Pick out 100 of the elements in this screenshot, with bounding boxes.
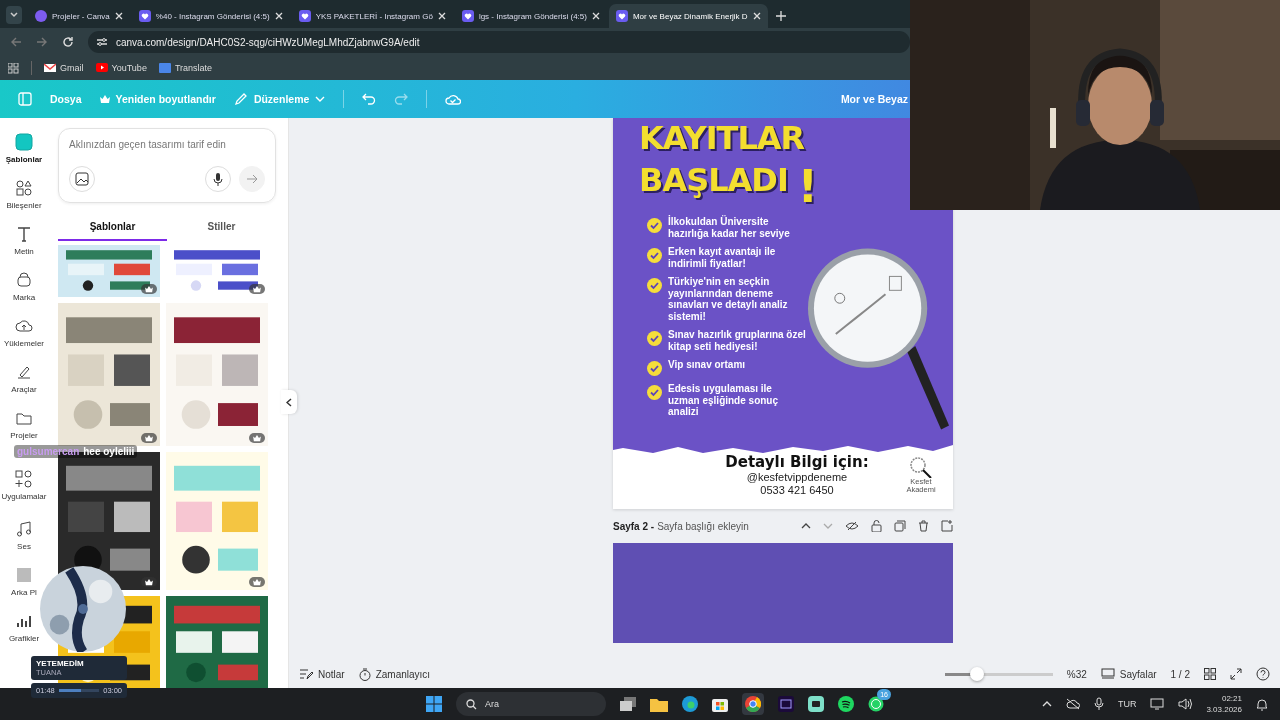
bullet-text: İlkokuldan Üniversite hazırlığa kadar her seviye [668,216,791,239]
pattern-icon [15,566,33,584]
move-up-icon[interactable] [801,522,811,530]
voice-button[interactable] [205,166,231,192]
browser-tab[interactable]: lgs - Instagram Gönderisi (4:5) [454,4,607,28]
add-page-icon[interactable] [941,520,953,532]
close-icon[interactable] [752,12,761,20]
crown-icon [253,285,261,293]
delete-icon[interactable] [918,520,929,532]
language-indicator[interactable]: TUR [1117,699,1137,709]
panel-tab[interactable]: Şablonlar [58,215,167,241]
browser-tab[interactable]: YKS PAKETLERİ - Instagram Gö [291,4,453,28]
panel-tab[interactable]: Stiller [167,215,276,241]
apps-grid-icon[interactable] [8,62,19,74]
notes-button[interactable]: Notlar [299,668,345,680]
forward-icon[interactable] [36,36,48,48]
crown-icon [99,94,110,104]
clock-date[interactable]: 3.03.2026 [1206,704,1242,715]
cloud-check-icon[interactable] [445,93,462,105]
sidebar-item[interactable]: Şablonlar [5,122,43,168]
song-title: YETEMEDİM [36,659,85,668]
lock-icon[interactable] [871,520,882,532]
hide-icon[interactable] [845,521,859,531]
cloud-off-icon[interactable] [1065,698,1080,710]
back-icon[interactable] [10,36,22,48]
microphone-icon [212,172,224,186]
taskbar-app-button[interactable] [742,693,764,715]
timer-button[interactable]: Zamanlayıcı [358,667,431,681]
sidebar-item[interactable]: Uygulamalar [1,459,47,505]
chevron-up-icon[interactable] [1041,700,1052,708]
sidebar-toggle-icon[interactable] [18,92,32,106]
taskbar-search-field[interactable]: Ara [456,692,606,716]
check-icon [647,218,662,233]
social-handle: @kesfetvippdeneme [746,471,848,484]
microphone-icon[interactable] [1093,697,1104,711]
messaging-app-icon[interactable] [868,696,884,712]
duplicate-icon[interactable] [894,520,906,532]
site-settings-icon[interactable] [96,36,108,48]
notification-bell-icon[interactable] [1256,697,1268,711]
volume-icon[interactable] [1178,698,1193,710]
grid-view-icon[interactable] [1204,668,1216,680]
sidebar-item[interactable]: Araçlar [11,352,37,398]
bullet-text: Edesis uygulaması ile uzman eşliğinde sonuç analizi [668,383,780,418]
chat-username: gulsumercan [17,446,80,457]
check-icon [647,361,662,376]
store-icon[interactable] [712,696,728,712]
music-app-icon[interactable] [838,696,854,712]
zoom-slider[interactable] [944,667,1053,681]
page-title-field[interactable]: Sayfa başlığı ekleyin [657,520,749,532]
sidebar-item[interactable]: Grafikler [8,601,40,647]
reload-icon[interactable] [62,36,74,48]
check-icon [647,385,662,400]
caret-icon [315,95,326,103]
arrow-icon [246,174,258,184]
video-editor-icon[interactable] [778,696,794,712]
search-icon [466,698,477,710]
zoom-percentage[interactable]: %32 [1066,668,1087,680]
chat-app-icon[interactable] [808,696,824,712]
close-icon[interactable] [274,12,283,20]
sidebar-item[interactable]: Arka Pl [11,555,37,601]
sidebar-item[interactable]: Bileşenler [6,168,42,214]
folder-icon[interactable] [650,696,668,712]
heart-icon [461,10,474,22]
cloud-upload-icon [15,317,33,335]
browser-tab[interactable]: %40 - Instagram Gönderisi (4:5) [131,4,290,28]
image-upload-button[interactable] [69,166,95,192]
crown-icon [145,578,153,586]
sidebar-item[interactable]: Metin [14,214,34,260]
pages-button[interactable]: Sayfalar [1100,668,1157,680]
translate-icon [158,63,171,73]
phone-number: 0533 421 6450 [760,484,834,497]
collapse-panel-button[interactable] [281,390,297,414]
check-icon [647,331,662,346]
browser-icon[interactable] [682,696,698,712]
sidebar-item[interactable]: Ses [15,509,33,555]
fullscreen-icon[interactable] [1230,668,1242,680]
sidebar-item[interactable]: Marka [12,260,36,306]
browser-tab[interactable]: Mor ve Beyaz Dinamik Enerjik D [608,4,768,28]
text-icon [15,225,33,243]
new-tab-icon[interactable] [775,11,786,21]
sidebar-item[interactable]: Yüklemeler [4,306,44,352]
address-bar[interactable]: canva.com/design/DAHC0S2-sqg/ciHWzUMegLMhdZjabnwG9A/edit [88,31,910,53]
close-icon[interactable] [437,12,446,20]
sidebar-item[interactable]: Projeler [10,398,38,444]
design-page[interactable] [613,118,953,509]
network-icon[interactable] [1150,698,1165,710]
clock-time[interactable]: 02:21 [1221,693,1242,704]
stopwatch-icon [358,667,371,681]
task-view-icon[interactable] [620,697,636,711]
bookmark-link[interactable]: YouTube [95,63,147,73]
close-icon[interactable] [591,12,600,20]
bookmark-link[interactable]: Gmail [44,63,84,73]
pencil-icon [233,92,248,106]
browser-tab[interactable]: Projeler - Canva [28,4,130,28]
windows-start-icon[interactable] [426,696,442,712]
tab-list-button[interactable] [6,6,22,24]
crown-icon [253,578,261,586]
help-icon[interactable] [1256,667,1270,681]
bookmark-link[interactable]: Translate [158,63,213,73]
close-icon[interactable] [114,12,123,20]
